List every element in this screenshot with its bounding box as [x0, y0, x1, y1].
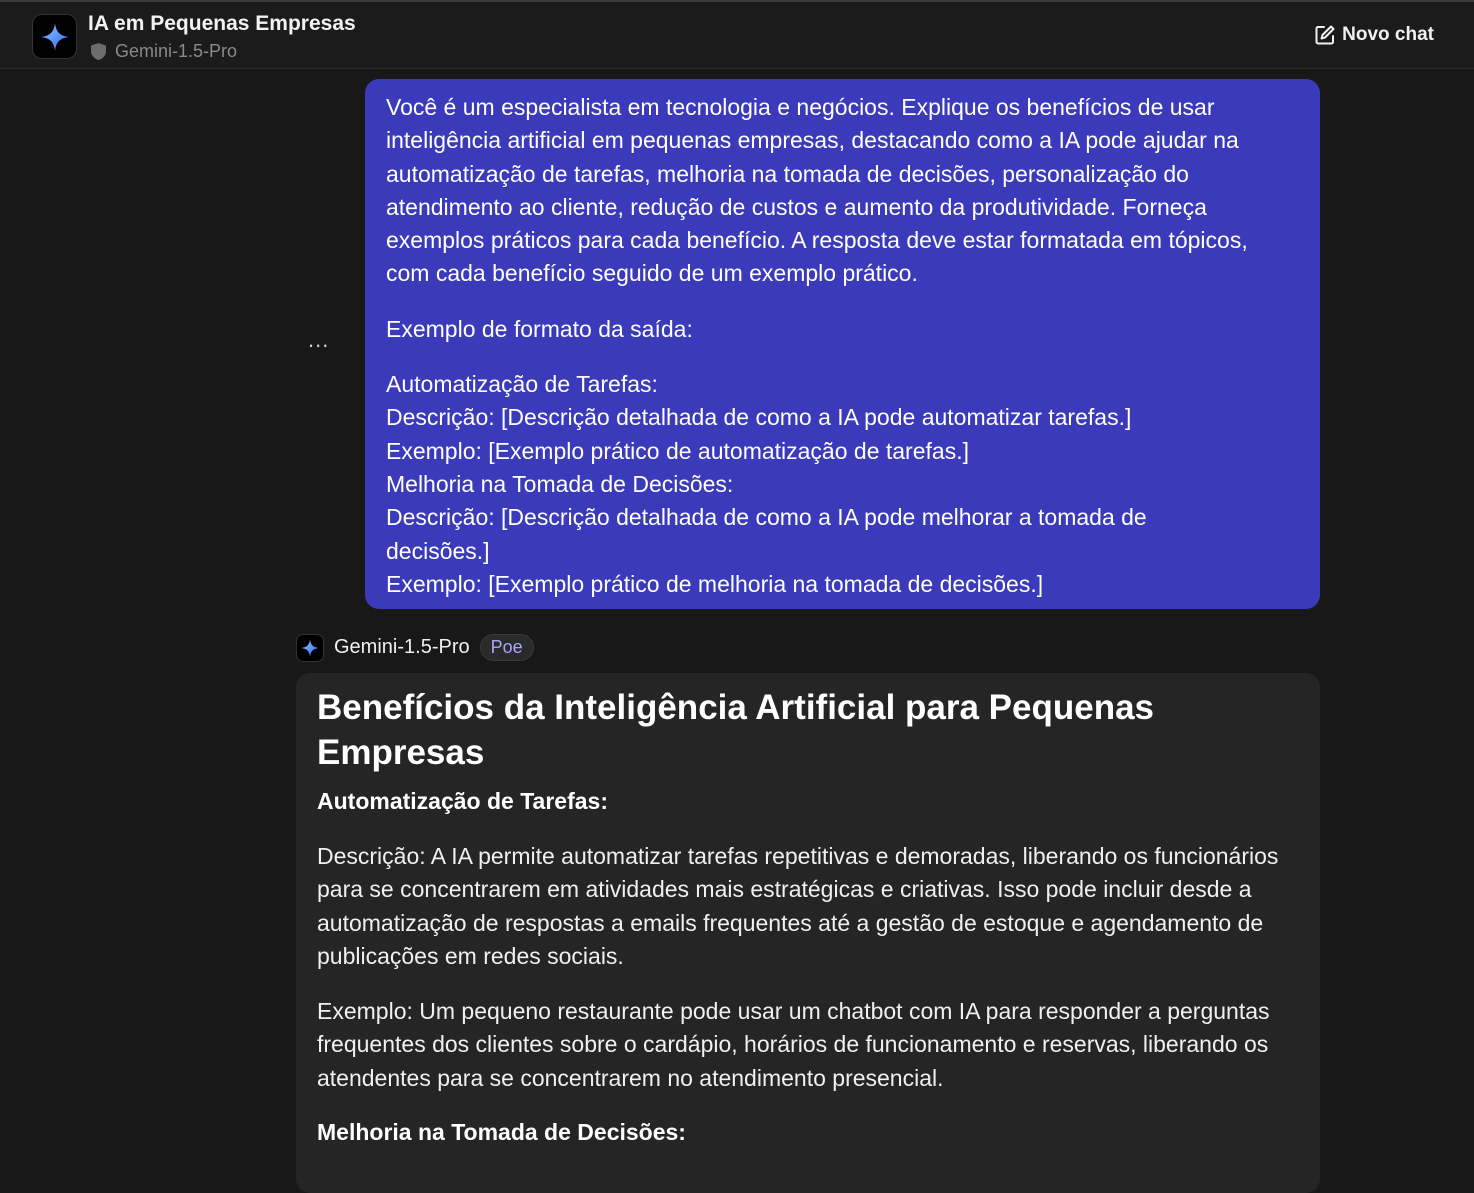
section-title: Melhoria na Tomada de Decisões: [317, 1119, 686, 1145]
chat-title: IA em Pequenas Empresas [88, 12, 356, 35]
text-line: Automatização de Tarefas: [386, 371, 658, 398]
text-line: com cada benefício seguido de um exemplo… [386, 260, 918, 287]
poe-badge: Poe [479, 634, 534, 661]
user-paragraph: Você é um especialista em tecnologia e n… [386, 91, 1299, 291]
new-chat-label: Novo chat [1342, 24, 1434, 45]
user-paragraph: Automatização de Tarefas: Descrição: [De… [386, 368, 1299, 601]
text-line: Você é um especialista em tecnologia e n… [386, 94, 1215, 120]
bot-selector[interactable]: Gemini-1.5-Pro [90, 41, 237, 62]
user-message: Você é um especialista em tecnologia e n… [365, 79, 1320, 609]
response-heading: Benefícios da Inteligência Artificial pa… [317, 688, 1155, 772]
section-description: Descrição: A IA permite automatizar tare… [317, 842, 1279, 970]
gemini-sparkle-icon [301, 638, 319, 657]
text-line: Exemplo: [Exemplo prático de melhoria na… [386, 570, 1044, 597]
bot-message: Benefícios da Inteligência Artificial pa… [296, 673, 1320, 1193]
shield-icon [91, 43, 106, 60]
text-line: atendimento ao cliente, redução de custo… [386, 193, 1207, 220]
text-line: Descrição: [Descrição detalhada de como … [386, 404, 1132, 431]
bot-avatar-small[interactable] [296, 633, 324, 662]
bot-name[interactable]: Gemini-1.5-Pro [334, 636, 470, 659]
bot-message-header: Gemini-1.5-Pro Poe [296, 633, 534, 662]
chat-header: IA em Pequenas Empresas Gemini-1.5-Pro N… [0, 0, 1474, 69]
text-line: inteligência artificial em pequenas empr… [386, 127, 1239, 154]
user-paragraph: Exemplo de formato da saída: [386, 313, 1299, 346]
section-example: Exemplo: Um pequeno restaurante pode usa… [317, 997, 1270, 1091]
new-chat-button[interactable]: Novo chat [1314, 24, 1434, 46]
bot-subtitle: Gemini-1.5-Pro [115, 41, 238, 61]
text-line: Melhoria na Tomada de Decisões: [386, 470, 734, 497]
text-line: decisões.] [386, 537, 490, 564]
edit-icon [1315, 25, 1335, 45]
text-line: Exemplo de formato da saída: [386, 315, 693, 342]
message-more-button[interactable]: ... [308, 329, 329, 351]
bot-avatar[interactable] [32, 14, 77, 59]
text-line: Descrição: [Descrição detalhada de como … [386, 504, 1147, 531]
section-title: Automatização de Tarefas: [317, 788, 608, 814]
text-line: automatização de tarefas, melhoria na to… [386, 160, 1189, 187]
text-line: exemplos práticos para cada benefício. A… [386, 227, 1248, 254]
text-line: Exemplo: [Exemplo prático de automatizaç… [386, 437, 969, 464]
gemini-sparkle-icon [40, 22, 69, 51]
